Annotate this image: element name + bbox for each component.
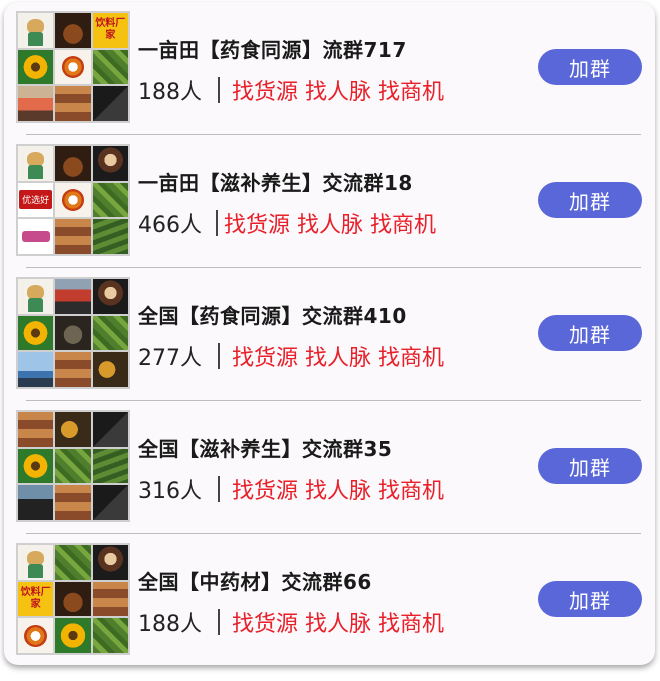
photo-tile — [92, 352, 128, 387]
vegetable-tile — [92, 182, 128, 218]
group-list-card: 饮料厂家 一亩田【药食同源】流群717 188人 找货源 找人脉 找商机 加群 … — [4, 2, 655, 665]
divider — [218, 609, 220, 635]
photo-tile — [92, 545, 128, 580]
member-count: 316人 — [138, 479, 202, 504]
label-tile — [18, 219, 54, 254]
photo-tile — [92, 485, 128, 520]
mascot-tile — [18, 545, 54, 580]
group-tags: 找货源 找人脉 找商机 — [232, 612, 444, 637]
brand-tile: 饮料厂家 — [92, 13, 128, 48]
brand-tile-text: 饮料厂家 — [20, 586, 51, 610]
list-item[interactable]: 优选好 一亩田【滋补养生】交流群18 466人 找货源 找人脉 找商机 加群 — [4, 135, 655, 268]
join-group-button[interactable]: 加群 — [538, 182, 642, 218]
photo-tile — [18, 352, 54, 387]
group-avatar: 饮料厂家 — [16, 11, 130, 123]
photo-tile — [92, 146, 128, 181]
photo-tile — [18, 412, 54, 447]
vegetable-tile — [55, 545, 91, 580]
group-tags: 找货源 找人脉 找商机 — [232, 479, 444, 504]
divider — [216, 210, 218, 236]
group-title: 一亩田【药食同源】流群717 — [138, 38, 407, 62]
list-item[interactable]: 全国【滋补养生】交流群35 316人 找货源 找人脉 找商机 加群 — [4, 401, 655, 534]
logo-tile — [18, 618, 54, 653]
group-title: 一亩田【滋补养生】交流群18 — [138, 171, 413, 195]
group-stats: 466人 找货源 找人脉 找商机 — [138, 207, 436, 239]
logo-tile — [55, 182, 91, 218]
mascot-tile — [18, 13, 54, 48]
field-tile — [92, 448, 128, 484]
badge-tile-text: 优选好 — [19, 190, 53, 210]
join-group-button[interactable]: 加群 — [538, 448, 642, 484]
member-count: 188人 — [138, 612, 202, 637]
photo-tile — [55, 581, 91, 617]
vegetable-tile — [55, 448, 91, 484]
group-stats: 188人 找货源 找人脉 找商机 — [138, 74, 444, 106]
photo-tile — [55, 315, 91, 351]
member-count: 188人 — [138, 80, 202, 105]
mascot-tile — [18, 279, 54, 314]
logo-tile — [55, 49, 91, 85]
photo-tile — [92, 279, 128, 314]
list-item[interactable]: 饮料厂家 一亩田【药食同源】流群717 188人 找货源 找人脉 找商机 加群 — [4, 2, 655, 135]
group-title: 全国【药食同源】交流群410 — [138, 304, 407, 328]
field-tile — [92, 219, 128, 254]
photo-tile — [55, 86, 91, 121]
photo-tile — [55, 219, 91, 254]
join-group-button[interactable]: 加群 — [538, 581, 642, 617]
photo-tile — [55, 352, 91, 387]
photo-tile — [55, 279, 91, 314]
join-group-button[interactable]: 加群 — [538, 49, 642, 85]
join-group-button[interactable]: 加群 — [538, 315, 642, 351]
divider — [218, 476, 220, 502]
photo-tile — [92, 581, 128, 617]
list-item[interactable]: 全国【药食同源】交流群410 277人 找货源 找人脉 找商机 加群 — [4, 268, 655, 401]
group-stats: 188人 找货源 找人脉 找商机 — [138, 606, 444, 638]
photo-tile — [18, 485, 54, 520]
brand-tile-text: 饮料厂家 — [95, 18, 126, 42]
photo-tile — [55, 146, 91, 181]
sunflower-tile — [18, 448, 54, 484]
member-count: 277人 — [138, 346, 202, 371]
group-tags: 找货源 找人脉 找商机 — [224, 213, 436, 238]
brand-tile: 饮料厂家 — [18, 581, 54, 617]
photo-tile — [55, 485, 91, 520]
photo-tile — [92, 86, 128, 121]
photo-tile — [55, 13, 91, 48]
photo-tile — [92, 412, 128, 447]
group-avatar — [16, 410, 130, 522]
group-tags: 找货源 找人脉 找商机 — [232, 346, 444, 371]
group-title: 全国【滋补养生】交流群35 — [138, 437, 393, 461]
group-avatar: 优选好 — [16, 144, 130, 256]
list-item[interactable]: 饮料厂家 全国【中药材】交流群66 188人 找货源 找人脉 找商机 加群 — [4, 534, 655, 665]
badge-tile: 优选好 — [18, 182, 54, 218]
group-title: 全国【中药材】交流群66 — [138, 570, 372, 594]
vegetable-tile — [92, 49, 128, 85]
sunflower-tile — [55, 618, 91, 653]
photo-tile — [55, 412, 91, 447]
divider — [218, 77, 220, 103]
mascot-tile — [18, 146, 54, 181]
divider — [218, 343, 220, 369]
photo-tile — [18, 86, 54, 121]
member-count: 466人 — [138, 213, 202, 238]
vegetable-tile — [92, 315, 128, 351]
group-stats: 277人 找货源 找人脉 找商机 — [138, 340, 444, 372]
group-stats: 316人 找货源 找人脉 找商机 — [138, 473, 444, 505]
sunflower-tile — [18, 315, 54, 351]
sunflower-tile — [18, 49, 54, 85]
group-avatar: 饮料厂家 — [16, 543, 130, 655]
group-tags: 找货源 找人脉 找商机 — [232, 80, 444, 105]
group-avatar — [16, 277, 130, 389]
vegetable-tile — [92, 618, 128, 653]
